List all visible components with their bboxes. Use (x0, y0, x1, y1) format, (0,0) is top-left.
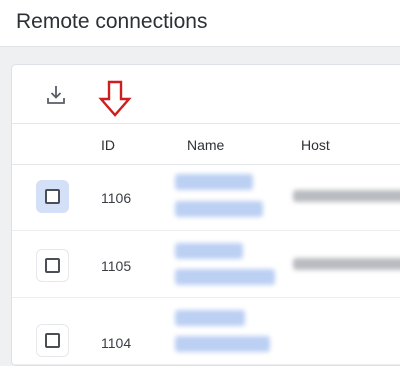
page-header: Remote connections (0, 0, 400, 47)
connections-table-card: ID Name Host 1106 1105 1104 (11, 64, 400, 366)
download-icon (47, 86, 65, 104)
arrow-down-outline-icon (98, 80, 132, 117)
row-select-checkbox[interactable] (36, 180, 69, 213)
table-row[interactable]: 1105 (12, 231, 400, 298)
checkbox-square-icon (45, 258, 60, 273)
table-toolbar (12, 65, 400, 123)
page-title: Remote connections (16, 10, 208, 33)
redacted-host (293, 190, 400, 202)
row-id: 1106 (101, 190, 132, 206)
checkbox-square-icon (45, 333, 60, 348)
row-select-checkbox[interactable] (36, 249, 69, 282)
redacted-name (175, 201, 263, 217)
row-select-checkbox[interactable] (36, 324, 69, 357)
redacted-name (175, 310, 245, 326)
checkbox-square-icon (45, 189, 60, 204)
table-row[interactable]: 1106 (12, 164, 400, 231)
column-header-host[interactable]: Host (301, 137, 330, 153)
row-id: 1104 (101, 335, 132, 351)
redacted-name (175, 269, 275, 285)
redacted-name (175, 174, 253, 190)
table-header: ID Name Host (12, 123, 400, 165)
redacted-name (175, 243, 243, 259)
column-header-id[interactable]: ID (101, 137, 115, 153)
column-header-name[interactable]: Name (187, 137, 224, 153)
download-button[interactable] (42, 81, 70, 109)
redacted-host (293, 258, 400, 270)
row-id: 1105 (101, 258, 132, 274)
table-row[interactable]: 1104 (12, 298, 400, 365)
